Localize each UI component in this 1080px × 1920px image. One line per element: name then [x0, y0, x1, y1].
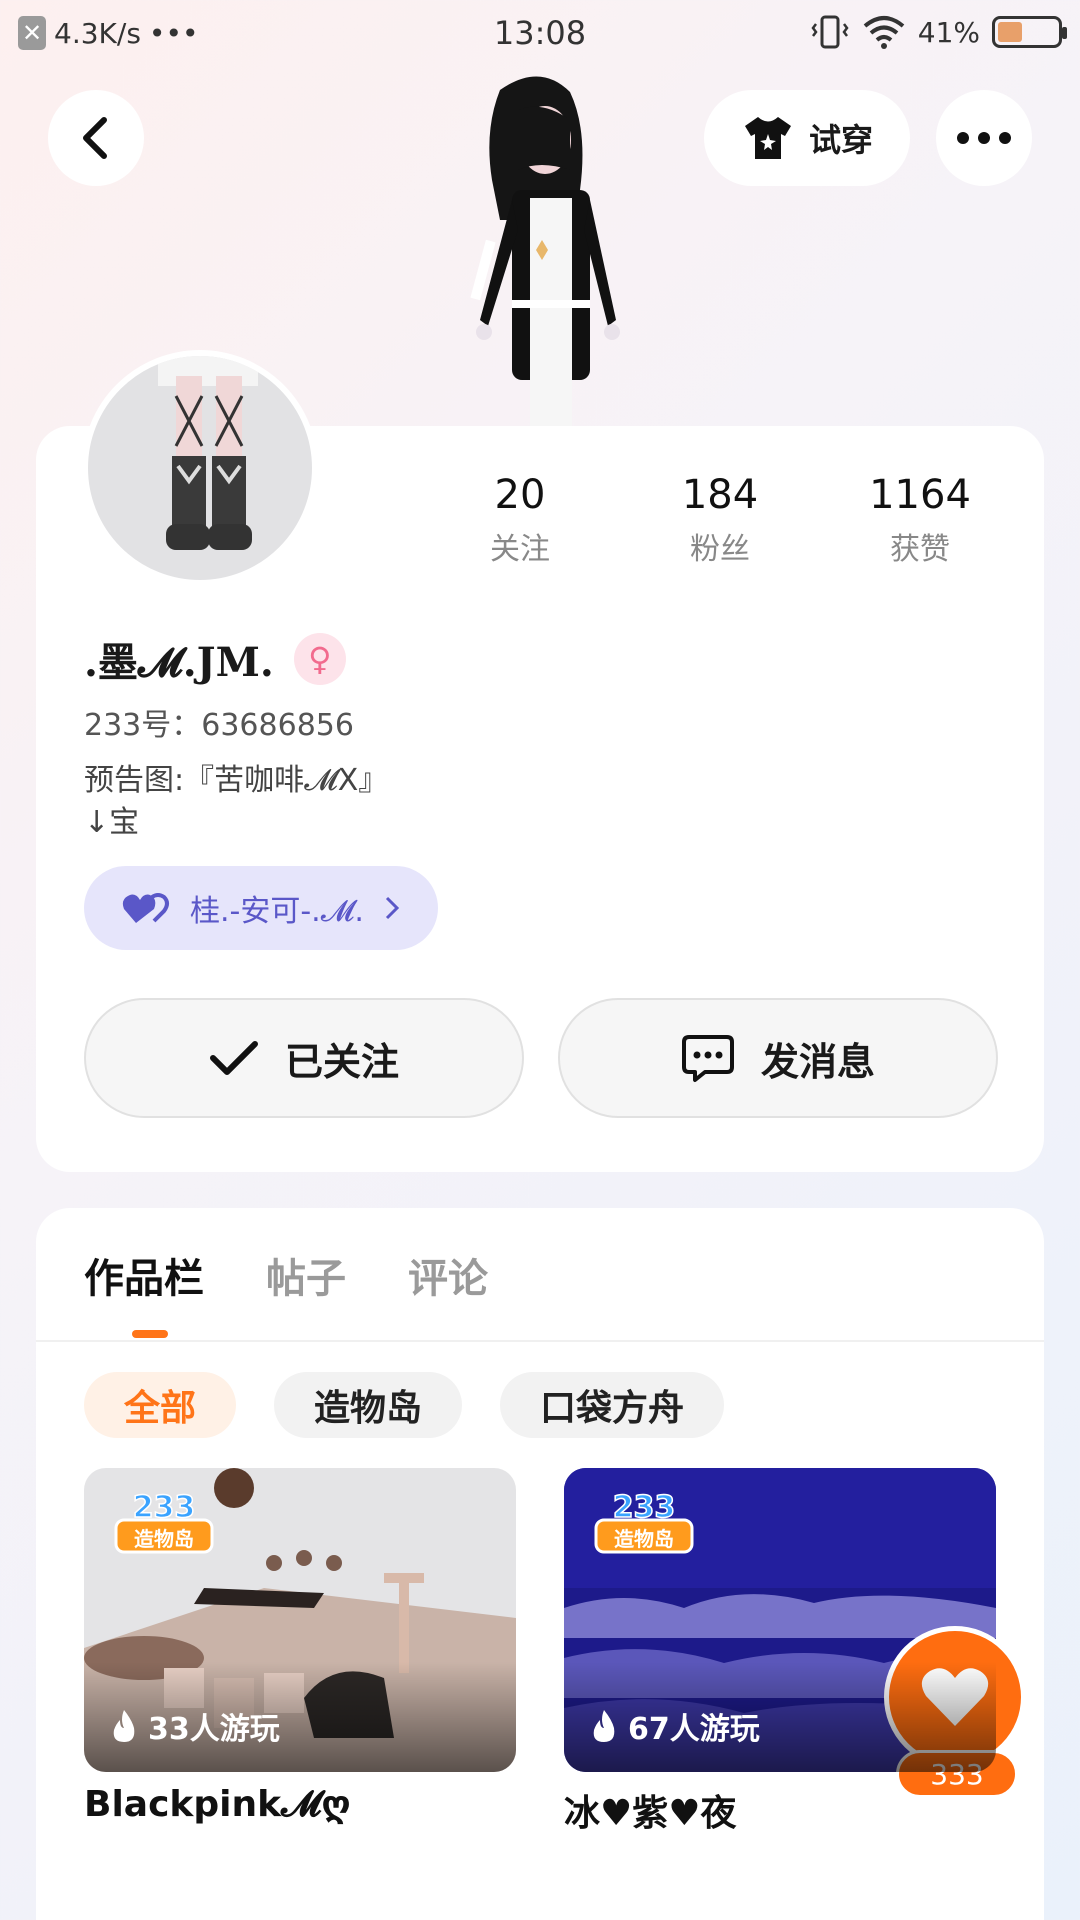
friend-tag[interactable]: 桂.-安可-.𝓜.	[84, 866, 438, 950]
play-count-1-label: 33人游玩	[148, 1712, 280, 1747]
followed-label: 已关注	[284, 1039, 399, 1084]
back-arrow-icon	[83, 117, 107, 159]
avatar-3d-figure[interactable]	[430, 70, 650, 430]
flame-icon	[593, 1710, 615, 1742]
active-tab-indicator	[132, 1330, 168, 1338]
battery-level	[998, 22, 1022, 42]
tab-comments[interactable]: 评论	[408, 1246, 488, 1304]
stat-likes[interactable]: 1164 获赞	[820, 472, 1020, 568]
filter-pocket-ark[interactable]: 口袋方舟	[500, 1372, 725, 1438]
chat-bubble-icon	[681, 1035, 734, 1082]
likes-count: 1164	[869, 472, 971, 518]
tab-works[interactable]: 作品栏	[84, 1246, 204, 1304]
bio-line-1: 预告图:『苦咖啡𝓜X』	[84, 763, 389, 798]
tshirt-icon	[744, 117, 791, 159]
followed-button[interactable]: 已关注	[84, 998, 524, 1118]
user-bio: 预告图:『苦咖啡𝓜X』 ↓宝	[84, 760, 388, 844]
game-title-2[interactable]: 冰♥紫♥夜	[564, 1784, 737, 1836]
filter-all[interactable]: 全部	[84, 1372, 237, 1438]
profile-stats: 20 关注 184 粉丝 1164 获赞	[420, 472, 1020, 568]
badge-island-text: 造物岛	[134, 1527, 194, 1551]
stat-following[interactable]: 20 关注	[420, 472, 620, 568]
wifi-icon	[863, 16, 905, 49]
game-card-2[interactable]: 233 造物岛 67人游玩	[564, 1468, 996, 1772]
back-button[interactable]	[48, 90, 144, 186]
female-icon: ♀	[293, 633, 346, 685]
content-tabs: 作品栏 帖子 评论	[84, 1246, 488, 1304]
name-row: .墨𝓜.JM. ♀	[84, 630, 346, 688]
chevron-right-icon	[385, 896, 399, 920]
play-count-2-label: 67人游玩	[628, 1712, 760, 1747]
status-right: 41%	[810, 14, 1067, 50]
play-count-1: 33人游玩	[110, 1704, 280, 1748]
more-button[interactable]	[936, 90, 1032, 186]
fans-count: 184	[681, 472, 759, 518]
game-card-1[interactable]: 233 造物岛 33人游玩	[84, 1468, 516, 1772]
badge-233-text: 233	[133, 1490, 196, 1525]
battery-icon	[992, 16, 1067, 48]
tabs-divider	[36, 1340, 1044, 1342]
user-id: 233号：63686856	[84, 708, 354, 743]
battery-percent: 41%	[917, 15, 980, 49]
fans-label: 粉丝	[690, 532, 750, 567]
try-on-label: 试穿	[808, 121, 873, 159]
double-heart-icon	[122, 893, 169, 923]
status-bar: ✕ 4.3K/s ••• 13:08 41%	[0, 0, 1080, 70]
filter-creation-island[interactable]: 造物岛	[274, 1372, 463, 1438]
flame-icon	[113, 1710, 135, 1742]
check-icon	[209, 1041, 258, 1075]
friend-tag-label: 桂.-安可-.𝓜.	[190, 894, 364, 929]
badge-233-text: 233	[613, 1490, 676, 1525]
try-on-button[interactable]: 试穿	[704, 90, 910, 186]
likes-label: 获赞	[890, 532, 950, 567]
following-label: 关注	[490, 532, 550, 567]
message-button[interactable]: 发消息	[558, 998, 998, 1118]
more-dots-icon	[957, 132, 1011, 144]
creation-island-badge-icon: 233 造物岛	[114, 1489, 214, 1554]
badge-island-text: 造物岛	[614, 1527, 674, 1551]
avatar[interactable]	[82, 350, 318, 586]
user-name: .墨𝓜.JM.	[84, 639, 274, 686]
game-title-1[interactable]: Blackpink𝓜ღ	[84, 1784, 351, 1826]
tab-posts[interactable]: 帖子	[266, 1246, 346, 1304]
stat-fans[interactable]: 184 粉丝	[620, 472, 820, 568]
message-label: 发消息	[760, 1039, 875, 1084]
vibrate-icon	[811, 15, 849, 49]
following-count: 20	[494, 472, 546, 518]
filter-chips: 全部 造物岛 口袋方舟	[84, 1372, 725, 1438]
play-count-2: 67人游玩	[590, 1704, 760, 1748]
creation-island-badge-icon: 233 造物岛	[594, 1489, 694, 1554]
bio-line-2: ↓宝	[84, 805, 140, 840]
